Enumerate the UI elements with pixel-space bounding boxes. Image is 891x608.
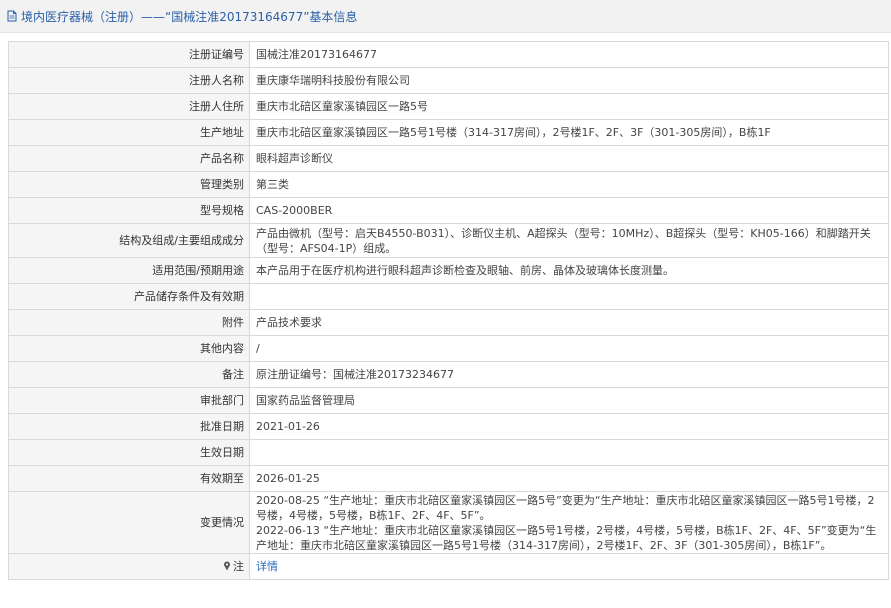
table-row: 结构及组成/主要组成成分 产品由微机（型号：启天B4550-B031）、诊断仪主… (8, 223, 889, 258)
info-table: 注册证编号 国械注准20173164677 注册人名称 重庆康华瑞明科技股份有限… (8, 41, 889, 580)
field-label: 注册人住所 (8, 93, 250, 120)
field-label: 审批部门 (8, 387, 250, 414)
field-label: 备注 (8, 361, 250, 388)
table-row: 注册人住所 重庆市北碚区童家溪镇园区一路5号 (8, 93, 889, 120)
field-value: 产品由微机（型号：启天B4550-B031）、诊断仪主机、A超探头（型号：10M… (249, 223, 889, 258)
field-value: 重庆市北碚区童家溪镇园区一路5号1号楼（314-317房间），2号楼1F、2F、… (249, 119, 889, 146)
field-value: 产品技术要求 (249, 309, 889, 336)
field-label: 适用范围/预期用途 (8, 257, 250, 284)
field-value: CAS-2000BER (249, 197, 889, 224)
field-label: 注册证编号 (8, 41, 250, 68)
page-title: 境内医疗器械（注册）——“国械注准20173164677”基本信息 (21, 9, 358, 24)
change-entry: 2020-08-25 “生产地址：重庆市北碚区童家溪镇园区一路5号”变更为“生产… (256, 493, 875, 522)
field-label: 批准日期 (8, 413, 250, 440)
field-value: 本产品用于在医疗机构进行眼科超声诊断检查及眼轴、前房、晶体及玻璃体长度测量。 (249, 257, 889, 284)
table-row: 附件 产品技术要求 (8, 309, 889, 336)
field-value: 2026-01-25 (249, 465, 889, 492)
field-value: 国家药品监督管理局 (249, 387, 889, 414)
field-value: 第三类 (249, 171, 889, 198)
field-value: 国械注准20173164677 (249, 41, 889, 68)
field-label: 管理类别 (8, 171, 250, 198)
field-value: 眼科超声诊断仪 (249, 145, 889, 172)
field-label: 产品储存条件及有效期 (8, 283, 250, 310)
field-value (249, 439, 889, 466)
table-row: 审批部门 国家药品监督管理局 (8, 387, 889, 414)
table-row: 产品名称 眼科超声诊断仪 (8, 145, 889, 172)
table-row: 批准日期 2021-01-26 (8, 413, 889, 440)
table-row: 管理类别 第三类 (8, 171, 889, 198)
page-header: 境内医疗器械（注册）——“国械注准20173164677”基本信息 (0, 0, 891, 33)
table-row: 注册人名称 重庆康华瑞明科技股份有限公司 (8, 67, 889, 94)
field-label: 产品名称 (8, 145, 250, 172)
note-label-cell: 注 (8, 553, 250, 580)
table-row: 备注 原注册证编号：国械注准20173234677 (8, 361, 889, 388)
table-row: 生效日期 (8, 439, 889, 466)
field-value: 重庆市北碚区童家溪镇园区一路5号 (249, 93, 889, 120)
table-row: 适用范围/预期用途 本产品用于在医疗机构进行眼科超声诊断检查及眼轴、前房、晶体及… (8, 257, 889, 284)
table-row-note: 注 详情 (8, 553, 889, 580)
field-label: 变更情况 (8, 491, 250, 554)
field-label: 附件 (8, 309, 250, 336)
field-label: 结构及组成/主要组成成分 (8, 223, 250, 258)
field-value: 重庆康华瑞明科技股份有限公司 (249, 67, 889, 94)
field-label: 生产地址 (8, 119, 250, 146)
table-row: 有效期至 2026-01-25 (8, 465, 889, 492)
table-row: 型号规格 CAS-2000BER (8, 197, 889, 224)
field-label: 生效日期 (8, 439, 250, 466)
field-label: 有效期至 (8, 465, 250, 492)
change-entry: 2022-06-13 “生产地址：重庆市北碚区童家溪镇园区一路5号1号楼，2号楼… (256, 523, 877, 552)
document-icon (6, 10, 18, 22)
table-row: 生产地址 重庆市北碚区童家溪镇园区一路5号1号楼（314-317房间），2号楼1… (8, 119, 889, 146)
field-label: 注册人名称 (8, 67, 250, 94)
details-link[interactable]: 详情 (256, 560, 278, 573)
note-label: 注 (233, 560, 244, 573)
field-label: 其他内容 (8, 335, 250, 362)
table-row-changes: 变更情况 2020-08-25 “生产地址：重庆市北碚区童家溪镇园区一路5号”变… (8, 491, 889, 554)
pin-icon (223, 560, 231, 571)
field-value: 2021-01-26 (249, 413, 889, 440)
table-row: 产品储存条件及有效期 (8, 283, 889, 310)
field-label: 型号规格 (8, 197, 250, 224)
table-row: 其他内容 / (8, 335, 889, 362)
field-value (249, 283, 889, 310)
field-value: 原注册证编号：国械注准20173234677 (249, 361, 889, 388)
field-value: / (249, 335, 889, 362)
change-history: 2020-08-25 “生产地址：重庆市北碚区童家溪镇园区一路5号”变更为“生产… (249, 491, 889, 554)
table-row: 注册证编号 国械注准20173164677 (8, 41, 889, 68)
note-value: 详情 (249, 553, 889, 580)
